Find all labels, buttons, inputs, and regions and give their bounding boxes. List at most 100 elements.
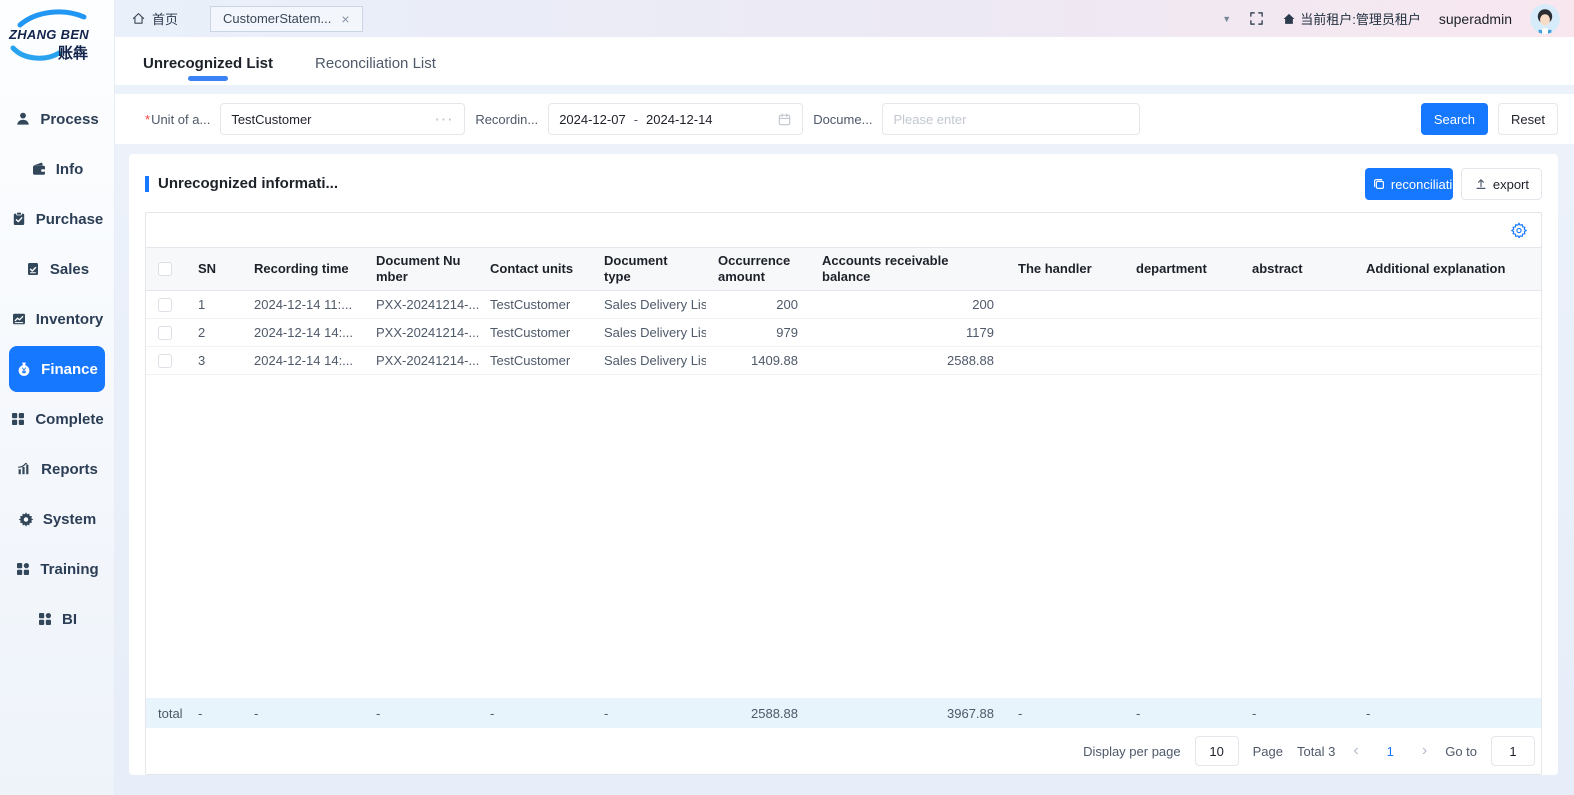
open-page-tab[interactable]: CustomerStatem... × [210, 6, 363, 32]
goto-label: Go to [1445, 744, 1477, 759]
total-row: total-----2588.883967.88---- [146, 698, 1541, 728]
sidebar-item-finance[interactable]: Finance [9, 346, 105, 392]
page-label: Page [1253, 744, 1283, 759]
logo-swoosh-bottom [10, 44, 62, 62]
sidebar-item-label: Sales [50, 261, 89, 278]
row-checkbox[interactable] [158, 298, 172, 312]
date-range-separator: - [634, 112, 638, 127]
chevron-down-icon[interactable]: ▼ [1222, 14, 1231, 24]
column-header-abstract: abstract [1240, 248, 1354, 291]
sidebar-item-system[interactable]: System [0, 494, 114, 544]
column-header-recording-time: Recording time [242, 248, 364, 291]
fullscreen-icon[interactable] [1249, 11, 1264, 26]
total-cell: - [186, 698, 242, 728]
cell-occurrence-amount: 979 [706, 319, 810, 347]
unit-select[interactable]: TestCustomer ··· [220, 103, 465, 135]
cell-department [1124, 319, 1240, 347]
cell-sn: 1 [186, 291, 242, 319]
prev-page-icon[interactable]: ‹ [1349, 742, 1362, 760]
total-cell: - [364, 698, 478, 728]
date-start-value[interactable]: 2024-12-07 [559, 112, 626, 127]
cell-the-handler [1006, 319, 1124, 347]
cell-recording-time: 2024-12-14 14:... [242, 347, 364, 375]
trend-chart-icon [11, 311, 27, 327]
sidebar-item-sales[interactable]: Sales [0, 244, 114, 294]
recording-date-range[interactable]: 2024-12-07 - 2024-12-14 [548, 103, 803, 135]
table-row: 32024-12-14 14:...PXX-20241214-...TestCu… [146, 347, 1541, 375]
panel-title: Unrecognized informati... [145, 176, 338, 192]
export-icon [1474, 177, 1488, 191]
ellipsis-icon: ··· [435, 112, 454, 127]
filter-bar: *Unit of a... TestCustomer ··· Recordin.… [115, 94, 1574, 144]
table-row: 22024-12-14 14:...PXX-20241214-...TestCu… [146, 319, 1541, 347]
total-cell: - [592, 698, 706, 728]
breadcrumb-home-label: 首页 [152, 9, 178, 28]
cell-document-number: PXX-20241214-... [364, 291, 478, 319]
cell-occurrence-amount: 200 [706, 291, 810, 319]
goto-page-input[interactable] [1491, 736, 1535, 766]
sidebar-item-bi[interactable]: BI [0, 594, 114, 644]
sidebar-item-complete[interactable]: Complete [0, 394, 114, 444]
sidebar-item-info[interactable]: Info [0, 144, 114, 194]
bar-chart-icon [16, 461, 32, 477]
tab-reconciliation-list[interactable]: Reconciliation List [315, 55, 436, 85]
sidebar-item-process[interactable]: Process [0, 94, 114, 144]
document-input-wrap [882, 103, 1140, 135]
avatar[interactable] [1530, 4, 1560, 34]
unrecognized-info-panel: Unrecognized informati... reconciliatio … [129, 154, 1558, 775]
person-icon [15, 111, 31, 127]
total-cell: 2588.88 [706, 698, 810, 728]
cell-accounts-receivable-balance: 1179 [810, 319, 1006, 347]
tenant-selector[interactable]: 当前租户:管理员租户 [1282, 9, 1421, 28]
row-checkbox[interactable] [158, 354, 172, 368]
money-bag-icon [16, 361, 32, 377]
cell-sn: 3 [186, 347, 242, 375]
export-button[interactable]: export [1461, 168, 1542, 200]
gear-icon [18, 511, 34, 527]
column-header-occurrence-amount: Occurrence amount [706, 248, 810, 291]
total-cell: - [1006, 698, 1124, 728]
date-end-value[interactable]: 2024-12-14 [646, 112, 713, 127]
sidebar-item-inventory[interactable]: Inventory [0, 294, 114, 344]
home-filled-icon [1282, 12, 1296, 26]
sidebar-item-label: Finance [41, 361, 98, 378]
table-row: 12024-12-14 11:...PXX-20241214-...TestCu… [146, 291, 1541, 319]
grid-icon [15, 561, 31, 577]
sidebar-item-reports[interactable]: Reports [0, 444, 114, 494]
page-size-input[interactable] [1195, 736, 1239, 766]
row-checkbox[interactable] [158, 326, 172, 340]
sidebar-item-training[interactable]: Training [0, 544, 114, 594]
total-cell: - [1354, 698, 1541, 728]
total-cell: - [478, 698, 592, 728]
tab-unrecognized-list[interactable]: Unrecognized List [143, 55, 273, 85]
document-input[interactable] [893, 112, 1129, 127]
logo-text: ZHANG BEN [9, 27, 89, 42]
reset-button[interactable]: Reset [1498, 103, 1558, 135]
sidebar-item-label: BI [62, 611, 77, 628]
sidebar: ZHANG BEN 账犇 Process Info Purchase Sales… [0, 0, 115, 795]
cell-additional-explanation [1354, 347, 1541, 375]
select-all-checkbox[interactable] [158, 262, 172, 276]
pagination: Display per page Page Total 3 ‹ 1 › Go t… [146, 728, 1541, 774]
sidebar-item-purchase[interactable]: Purchase [0, 194, 114, 244]
breadcrumb-home[interactable]: 首页 [131, 9, 178, 28]
current-page-number[interactable]: 1 [1377, 744, 1404, 759]
column-header-contact-units: Contact units [478, 248, 592, 291]
column-header-the-handler: The handler [1006, 248, 1124, 291]
sidebar-item-label: Process [40, 111, 98, 128]
search-button[interactable]: Search [1421, 103, 1488, 135]
document-check-icon [25, 261, 41, 277]
column-header-additional-explanation: Additional explanation [1354, 248, 1541, 291]
column-header-department: department [1124, 248, 1240, 291]
next-page-icon[interactable]: › [1418, 742, 1431, 760]
cell-accounts-receivable-balance: 200 [810, 291, 1006, 319]
recording-filter-label: Recordin... [475, 112, 538, 127]
close-icon[interactable]: × [341, 12, 349, 26]
cell-document-type: Sales Delivery List [592, 291, 706, 319]
copy-icon [1372, 177, 1386, 191]
grid-icon [37, 611, 53, 627]
column-settings-gear-icon[interactable] [1511, 222, 1527, 238]
reconciliation-button[interactable]: reconciliatio [1365, 168, 1453, 200]
cell-the-handler [1006, 291, 1124, 319]
total-cell: 3967.88 [810, 698, 1006, 728]
